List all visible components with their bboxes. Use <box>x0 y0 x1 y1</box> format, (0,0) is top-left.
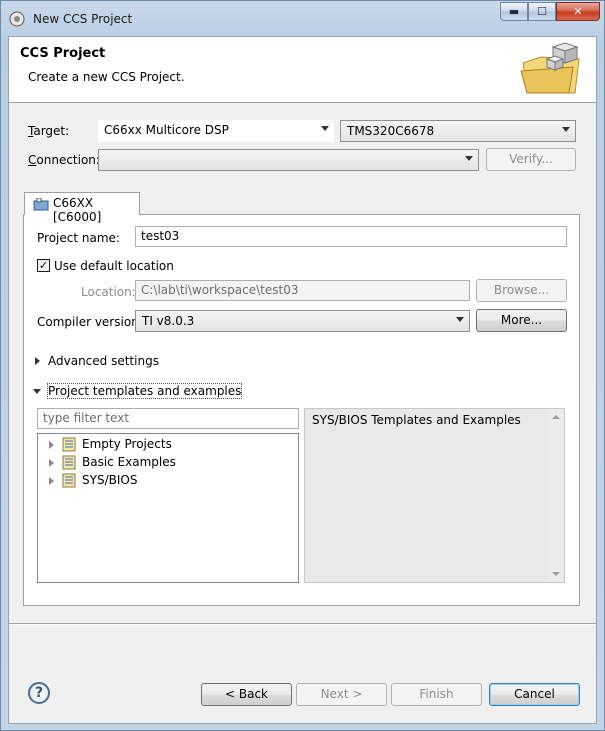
advanced-settings-label: Advanced settings <box>48 354 159 368</box>
template-filter-placeholder: type filter text <box>43 411 130 425</box>
tree-item-sysbios[interactable]: SYS/BIOS <box>38 472 298 490</box>
tab-label: C66XX [C6000] <box>53 196 102 224</box>
chevron-down-icon <box>465 156 473 161</box>
app-icon <box>9 11 25 27</box>
window-title: New CCS Project <box>33 12 133 26</box>
tree-item-label: SYS/BIOS <box>82 473 138 487</box>
target-device-value: TMS320C6678 <box>347 124 435 138</box>
target-family-select[interactable]: C66xx Multicore DSP <box>98 120 334 142</box>
advanced-settings-toggle[interactable]: Advanced settings <box>33 353 193 369</box>
project-name-input[interactable]: test03 <box>135 226 567 247</box>
scroll-down-icon[interactable] <box>552 572 560 576</box>
template-description-pane: SYS/BIOS Templates and Examples <box>304 408 565 583</box>
cancel-button[interactable]: Cancel <box>489 683 580 706</box>
expand-arrow-icon[interactable] <box>49 441 54 449</box>
project-name-label-text: Project name: <box>37 231 120 245</box>
back-label: < Back <box>224 687 268 701</box>
chevron-down-icon <box>562 127 570 132</box>
maximize-icon: ☐ <box>537 5 547 18</box>
expand-arrow-icon <box>35 357 40 365</box>
compiler-version-label: Compiler version: <box>37 315 143 329</box>
template-folder-icon <box>62 437 76 452</box>
scroll-up-icon[interactable] <box>552 415 560 419</box>
page-description: Create a new CCS Project. <box>28 70 185 84</box>
cancel-label: Cancel <box>514 687 555 701</box>
tab-c66xx[interactable]: C66XX [C6000] <box>24 192 140 224</box>
use-default-location-checkbox[interactable]: ✓ <box>37 259 50 272</box>
tree-item-basic-examples[interactable]: Basic Examples <box>38 454 298 472</box>
expand-arrow-icon[interactable] <box>49 477 54 485</box>
location-input[interactable]: C:\lab\ti\workspace\test03 <box>135 280 470 301</box>
project-templates-toggle[interactable]: Project templates and examples <box>33 383 243 399</box>
template-folder-icon <box>62 455 76 470</box>
use-default-location-label: Use default location <box>54 259 174 273</box>
target-device-select[interactable]: TMS320C6678 <box>340 120 576 142</box>
title-bar[interactable]: New CCS Project ▬ ☐ ✕ <box>1 1 604 37</box>
chevron-down-icon <box>456 317 464 322</box>
project-name-label: Project name: <box>37 231 120 245</box>
template-filter-input[interactable]: type filter text <box>37 408 299 429</box>
target-label: Target: <box>28 124 70 138</box>
close-button[interactable]: ✕ <box>556 2 600 21</box>
tree-item-label: Basic Examples <box>82 455 176 469</box>
finish-label: Finish <box>419 687 454 701</box>
finish-button[interactable]: Finish <box>391 683 482 706</box>
template-description-text: SYS/BIOS Templates and Examples <box>312 413 521 427</box>
dialog-client-area: CCS Project Create a new CCS Project. Ta… <box>8 36 597 724</box>
collapse-arrow-icon <box>33 389 41 394</box>
project-name-value: test03 <box>141 229 180 243</box>
chevron-down-icon <box>321 126 329 131</box>
project-templates-label: Project templates and examples <box>46 383 243 399</box>
help-icon[interactable]: ? <box>28 682 50 704</box>
maximize-button[interactable]: ☐ <box>528 2 556 21</box>
connection-label-text: onnection: <box>36 153 100 167</box>
connection-select[interactable] <box>98 149 479 171</box>
next-button[interactable]: Next > <box>296 683 387 706</box>
description-scrollbar[interactable] <box>548 409 564 582</box>
dialog-window: New CCS Project ▬ ☐ ✕ CCS Project Create… <box>0 0 605 731</box>
check-icon: ✓ <box>38 259 49 272</box>
target-family-value: C66xx Multicore DSP <box>104 123 229 137</box>
compiler-version-value: TI v8.0.3 <box>142 314 195 328</box>
tree-item-empty-projects[interactable]: Empty Projects <box>38 436 298 454</box>
expand-arrow-icon[interactable] <box>49 459 54 467</box>
more-button[interactable]: More... <box>476 309 567 332</box>
next-label: Next > <box>320 687 363 701</box>
browse-button[interactable]: Browse... <box>476 279 567 302</box>
close-icon: ✕ <box>573 5 583 18</box>
tree-item-label: Empty Projects <box>82 437 172 451</box>
target-label-text: arget: <box>33 124 70 138</box>
template-tree[interactable]: Empty Projects Basic Examples SYS/BIOS <box>37 433 299 583</box>
footer-divider <box>9 623 596 625</box>
folder-cube-icon <box>520 42 580 94</box>
template-folder-icon <box>62 473 76 488</box>
minimize-button[interactable]: ▬ <box>500 2 528 21</box>
location-label: Location: <box>81 285 136 299</box>
back-button[interactable]: < Back <box>201 683 292 706</box>
compiler-version-select[interactable]: TI v8.0.3 <box>135 310 470 332</box>
page-title: CCS Project <box>20 46 106 61</box>
wizard-header: CCS Project Create a new CCS Project. <box>9 37 596 103</box>
location-value: C:\lab\ti\workspace\test03 <box>141 283 299 297</box>
minimize-icon: ▬ <box>508 5 520 18</box>
board-icon <box>33 198 49 211</box>
verify-button[interactable]: Verify... <box>486 148 576 171</box>
connection-label: Connection: <box>28 153 100 167</box>
